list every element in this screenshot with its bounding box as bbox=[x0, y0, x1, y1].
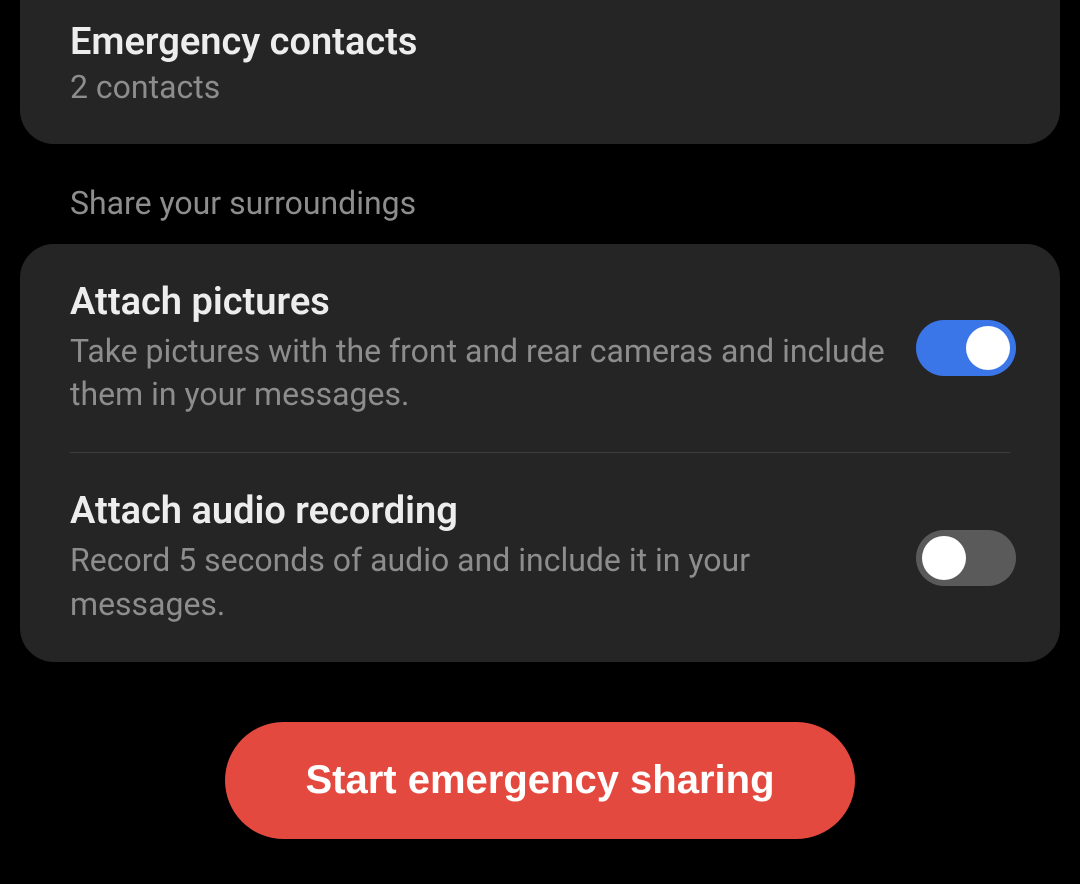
start-emergency-sharing-button[interactable]: Start emergency sharing bbox=[225, 722, 854, 839]
attach-audio-text: Attach audio recording Record 5 seconds … bbox=[70, 489, 916, 625]
attach-pictures-title: Attach pictures bbox=[70, 280, 886, 324]
attach-audio-description: Record 5 seconds of audio and include it… bbox=[70, 539, 886, 625]
toggle-knob bbox=[922, 536, 966, 580]
emergency-contacts-count: 2 contacts bbox=[70, 68, 1010, 106]
attach-audio-toggle[interactable] bbox=[916, 530, 1016, 586]
attach-pictures-toggle[interactable] bbox=[916, 320, 1016, 376]
attach-pictures-text: Attach pictures Take pictures with the f… bbox=[70, 280, 916, 416]
section-header-surroundings: Share your surroundings bbox=[20, 144, 1060, 244]
attach-audio-row[interactable]: Attach audio recording Record 5 seconds … bbox=[20, 453, 1060, 661]
attach-pictures-row[interactable]: Attach pictures Take pictures with the f… bbox=[20, 244, 1060, 452]
emergency-contacts-title: Emergency contacts bbox=[70, 20, 1010, 64]
action-button-container: Start emergency sharing bbox=[20, 722, 1060, 839]
surroundings-settings-card: Attach pictures Take pictures with the f… bbox=[20, 244, 1060, 662]
toggle-knob bbox=[966, 326, 1010, 370]
attach-audio-title: Attach audio recording bbox=[70, 489, 886, 533]
attach-pictures-description: Take pictures with the front and rear ca… bbox=[70, 330, 886, 416]
emergency-contacts-card[interactable]: Emergency contacts 2 contacts bbox=[20, 0, 1060, 144]
